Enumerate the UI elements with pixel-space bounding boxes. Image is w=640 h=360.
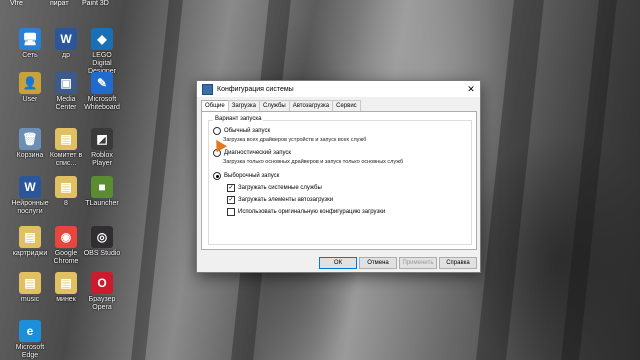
shortcut-label: Нейронные послуги (11, 200, 49, 215)
radio-button[interactable] (213, 172, 221, 180)
tab-tools[interactable]: Сервис (332, 100, 361, 111)
tab-services[interactable]: Службы (259, 100, 290, 111)
desktop-shortcut[interactable]: ▣ Media Center (46, 72, 86, 112)
edge-icon: e (19, 320, 41, 342)
normal-startup-option[interactable]: Обычный запуск (213, 127, 270, 135)
help-button[interactable]: Справка (439, 257, 477, 269)
word-doc-icon: W (55, 28, 77, 50)
lego-icon: ◆ (91, 28, 113, 50)
word-doc-icon: W (19, 176, 41, 198)
desktop-label: Paint 3D (82, 0, 109, 7)
shortcut-label: др (62, 52, 70, 59)
shortcut-label: TLauncher (85, 200, 119, 207)
startup-selection-group: Вариант запуска Обычный запуск Загрузка … (208, 116, 472, 245)
option-description: Загрузка всех драйверов устройств и запу… (223, 137, 367, 143)
desktop-shortcut[interactable]: ▤ music (10, 272, 50, 304)
shortcut-label: Google Chrome (53, 250, 79, 265)
shortcut-label: Roblox Player (91, 152, 113, 167)
desktop-label: пират (50, 0, 69, 7)
recycle-bin-icon: 🗑 (19, 128, 41, 150)
shortcut-label: Microsoft Whiteboard (84, 96, 120, 111)
desktop-shortcut[interactable]: Wдр (46, 28, 86, 60)
shortcut-label: Media Center (55, 96, 77, 111)
desktop-shortcut[interactable]: 👤 User (10, 72, 50, 104)
obs-icon: ◎ (91, 226, 113, 248)
desktop-shortcut[interactable]: e Microsoft Edge (10, 320, 50, 360)
desktop-shortcut[interactable]: ■ TLauncher (82, 176, 122, 208)
radio-button[interactable] (213, 127, 221, 135)
option-label: Диагностический запуск (224, 150, 292, 156)
shortcut-label: Сеть (22, 52, 38, 59)
apply-button[interactable]: Применить (399, 257, 437, 269)
network-icon: 🖥 (19, 28, 41, 50)
shortcut-label: 8 (64, 200, 68, 207)
desktop-shortcut[interactable]: 🗑 Корзина (10, 128, 50, 160)
option-label: Обычный запуск (224, 128, 271, 134)
dialog-title: Конфигурация системы (217, 85, 294, 93)
selective-startup-option[interactable]: Выборочный запуск (213, 172, 279, 180)
general-panel: Вариант запуска Обычный запуск Загрузка … (201, 111, 477, 250)
shortcut-label: User (22, 96, 38, 103)
cancel-button[interactable]: Отмена (359, 257, 397, 269)
shortcut-label: минек (56, 296, 76, 303)
checkbox-label: Загружать системные службы (238, 185, 322, 191)
folder-icon: ▤ (19, 272, 41, 294)
user-folder-icon: 👤 (19, 72, 41, 94)
shortcut-label: music (20, 296, 40, 303)
checkbox[interactable]: ✓ (227, 196, 235, 204)
desktop-shortcut[interactable]: ▤ 8 (46, 176, 86, 208)
load-system-services-option[interactable]: ✓ Загружать системные службы (227, 184, 322, 192)
tab-boot[interactable]: Загрузка (227, 100, 260, 111)
desktop-shortcut[interactable]: ▤ картриджи (10, 226, 50, 258)
shortcut-label: OBS Studio (83, 250, 121, 257)
checkbox[interactable]: ✓ (227, 184, 235, 192)
desktop-shortcut[interactable]: ◆LEGO Digital Designer (82, 28, 122, 76)
checkbox-label: Использовать оригинальную конфигурацию з… (238, 209, 386, 215)
msconfig-icon (202, 83, 213, 95)
chrome-icon: ◉ (55, 226, 77, 248)
title-bar: Конфигурация системы ✕ (197, 81, 480, 97)
desktop-shortcut[interactable]: ▤ минек (46, 272, 86, 304)
roblox-icon: ◩ (91, 128, 113, 150)
checkbox[interactable] (227, 208, 235, 216)
tlauncher-icon: ■ (91, 176, 113, 198)
shortcut-label: картриджи (12, 250, 48, 257)
close-icon[interactable]: ✕ (462, 81, 480, 97)
shortcut-label: Браузер Opera (88, 296, 116, 311)
desktop-shortcut[interactable]: ✎ Microsoft Whiteboard (82, 72, 122, 112)
option-label: Выборочный запуск (224, 173, 280, 179)
desktop-shortcut[interactable]: O Браузер Opera (82, 272, 122, 312)
desktop-shortcut[interactable]: W Нейронные послуги (10, 176, 50, 216)
system-config-dialog: Конфигурация системы ✕ Общие Загрузка Сл… (196, 80, 481, 273)
whiteboard-icon: ✎ (91, 72, 113, 94)
opera-icon: O (91, 272, 113, 294)
use-original-boot-config-option[interactable]: Использовать оригинальную конфигурацию з… (227, 208, 385, 216)
tab-strip: Общие Загрузка Службы Автозагрузка Серви… (201, 100, 361, 112)
desktop-shortcut[interactable]: 🖥 Сеть (10, 28, 50, 60)
checkbox-label: Загружать элементы автозагрузки (238, 197, 334, 203)
load-startup-items-option[interactable]: ✓ Загружать элементы автозагрузки (227, 196, 333, 204)
desktop-icons: Vfre пират Paint 3D 🖥 Сеть Wдр ◆ LEGO Digita… (0, 0, 120, 360)
shortcut-label: Комитет в спис... (49, 152, 83, 167)
media-center-icon: ▣ (55, 72, 77, 94)
shortcut-label: Microsoft Edge (15, 344, 45, 359)
desktop-shortcut[interactable]: ◉ Google Chrome (46, 226, 86, 266)
desktop-shortcut[interactable]: ◩ Roblox Player (82, 128, 122, 168)
tab-startup[interactable]: Автозагрузка (288, 100, 334, 111)
ok-button[interactable]: ОК (319, 257, 357, 269)
folder-icon: ▤ (55, 128, 77, 150)
option-description: Загрузка только основных драйверов и зап… (223, 159, 404, 165)
folder-icon: ▤ (19, 226, 41, 248)
group-label: Вариант запуска (213, 116, 264, 122)
desktop-shortcut[interactable]: ▤ Комитет в спис... (46, 128, 86, 168)
diagnostic-startup-option[interactable]: Диагностический запуск (213, 149, 291, 157)
folder-icon: ▤ (55, 176, 77, 198)
desktop-label: Vfre (10, 0, 23, 7)
shortcut-label: Корзина (16, 152, 44, 159)
folder-icon: ▤ (55, 272, 77, 294)
desktop-shortcut[interactable]: ◎ OBS Studio (82, 226, 122, 258)
